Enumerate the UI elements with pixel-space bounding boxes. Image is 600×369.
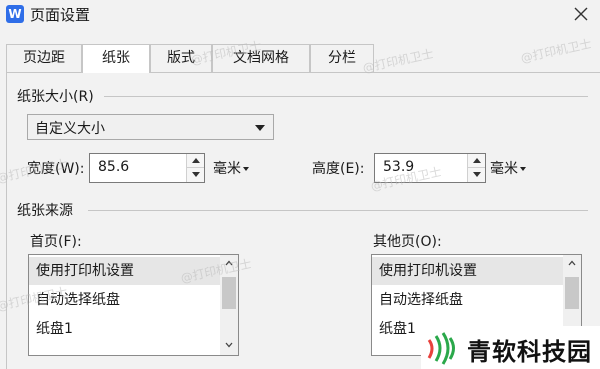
chevron-down-icon bbox=[255, 125, 265, 131]
height-increment-button[interactable] bbox=[468, 154, 485, 168]
height-decrement-button[interactable] bbox=[468, 168, 485, 182]
first-page-label: 首页(F): bbox=[30, 234, 82, 250]
height-unit: 毫米 bbox=[490, 161, 518, 177]
tab-margins[interactable]: 页边距 bbox=[6, 44, 82, 72]
list-item[interactable]: 使用打印机设置 bbox=[372, 257, 563, 285]
height-spinner bbox=[467, 154, 485, 182]
caret-down-icon bbox=[243, 167, 249, 171]
caret-down-icon bbox=[520, 167, 526, 171]
paper-size-dropdown[interactable]: 自定义大小 bbox=[27, 114, 274, 140]
close-icon bbox=[574, 7, 588, 21]
paper-size-selected: 自定义大小 bbox=[35, 121, 105, 137]
width-input[interactable]: 85.6 bbox=[98, 159, 129, 175]
section-divider bbox=[88, 210, 588, 211]
paper-source-section-title: 纸张来源 bbox=[17, 200, 77, 220]
height-label: 高度(E): bbox=[312, 161, 365, 177]
tab-bar: 页边距 纸张 版式 文档网格 分栏 bbox=[6, 44, 600, 73]
arrow-up-icon bbox=[473, 158, 481, 163]
scroll-down-button[interactable] bbox=[220, 337, 238, 355]
other-pages-label: 其他页(O): bbox=[373, 234, 442, 250]
width-increment-button[interactable] bbox=[187, 154, 204, 168]
width-spinner bbox=[186, 154, 204, 182]
dialog-title: 页面设置 bbox=[30, 6, 91, 24]
list-item[interactable]: 纸盘1 bbox=[29, 315, 220, 343]
brand-name: 青软科技园 bbox=[467, 338, 592, 366]
arrow-down-icon bbox=[192, 172, 200, 177]
list-item[interactable]: 自动选择纸盘 bbox=[372, 286, 563, 314]
scrollbar-thumb[interactable] bbox=[565, 277, 579, 309]
scrollbar-thumb[interactable] bbox=[222, 277, 236, 309]
close-button[interactable] bbox=[568, 3, 594, 27]
width-unit: 毫米 bbox=[213, 161, 241, 177]
brand-watermark: 青软科技园 bbox=[421, 326, 600, 369]
scroll-up-button[interactable] bbox=[563, 255, 581, 273]
paper-size-section-title: 纸张大小(R) bbox=[17, 86, 98, 106]
width-spinbox[interactable]: 85.6 bbox=[89, 153, 205, 183]
brand-logo-icon bbox=[427, 332, 455, 365]
height-unit-dropdown[interactable]: 毫米 bbox=[490, 158, 526, 178]
wps-writer-icon: W bbox=[6, 5, 24, 23]
chevron-down-icon bbox=[225, 342, 233, 348]
chevron-up-icon bbox=[568, 260, 576, 266]
width-unit-dropdown[interactable]: 毫米 bbox=[213, 158, 249, 178]
section-divider bbox=[104, 96, 588, 97]
arrow-down-icon bbox=[473, 172, 481, 177]
tab-paper[interactable]: 纸张 bbox=[82, 44, 150, 73]
arrow-up-icon bbox=[192, 158, 200, 163]
title-bar: W 页面设置 bbox=[0, 0, 600, 30]
width-decrement-button[interactable] bbox=[187, 168, 204, 182]
